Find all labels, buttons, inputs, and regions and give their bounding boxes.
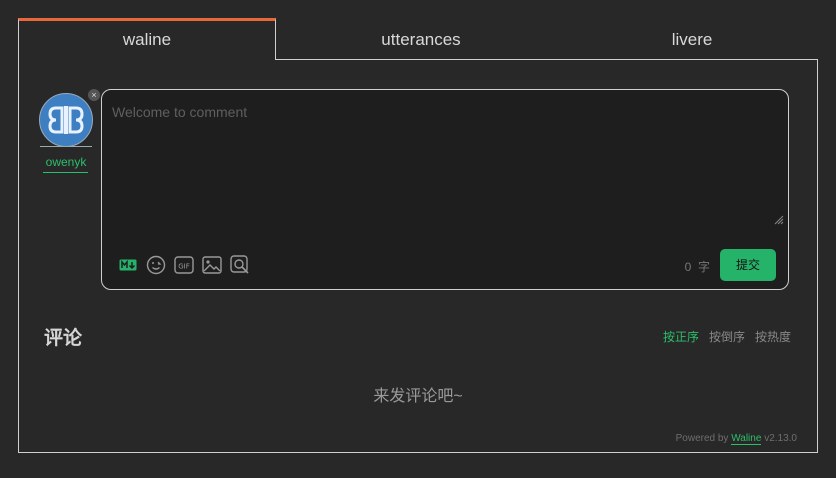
avatar-divider xyxy=(40,146,92,147)
submit-button[interactable]: 提交 xyxy=(720,249,776,281)
user-nickname[interactable]: owenyk xyxy=(40,155,92,169)
editor-toolbar: GIF xyxy=(116,253,256,277)
tab-livere[interactable]: livere xyxy=(566,18,818,59)
empty-comments-message: 来发评论吧~ xyxy=(373,388,463,405)
comment-system-tabs: waline utterances livere xyxy=(18,18,818,60)
word-count: 0 字 xyxy=(685,258,710,275)
emoji-icon[interactable] xyxy=(144,253,168,277)
sort-descending[interactable]: 按倒序 xyxy=(709,328,745,345)
sort-hottest[interactable]: 按热度 xyxy=(755,328,791,345)
svg-text:GIF: GIF xyxy=(178,263,190,271)
sort-options: 按正序 按倒序 按热度 xyxy=(663,328,791,345)
waline-link[interactable]: Waline xyxy=(731,433,762,445)
avatar[interactable] xyxy=(39,93,93,147)
gif-icon[interactable]: GIF xyxy=(172,253,196,277)
tab-waline[interactable]: waline xyxy=(18,18,276,60)
butterfly-logo-icon xyxy=(48,106,84,134)
version-label: v2.13.0 xyxy=(764,433,797,444)
user-info: × xyxy=(39,89,100,147)
comment-editor: Welcome to comment GIF 0 字 提交 xyxy=(101,89,789,290)
comment-textarea[interactable]: Welcome to comment xyxy=(112,104,776,214)
markdown-icon[interactable] xyxy=(116,253,140,277)
sort-ascending[interactable]: 按正序 xyxy=(663,328,699,345)
resize-handle-icon[interactable] xyxy=(772,213,784,225)
preview-icon[interactable] xyxy=(228,253,252,277)
tab-utterances[interactable]: utterances xyxy=(276,18,566,59)
powered-by: Powered by Waline v2.13.0 xyxy=(675,433,797,445)
powered-prefix: Powered by xyxy=(675,433,729,444)
logout-button[interactable]: × xyxy=(88,89,100,101)
comments-title: 评论 xyxy=(44,328,83,349)
word-count-value: 0 xyxy=(684,260,692,274)
nickname-underline xyxy=(43,172,88,173)
image-icon[interactable] xyxy=(200,253,224,277)
word-count-unit: 字 xyxy=(697,260,710,274)
